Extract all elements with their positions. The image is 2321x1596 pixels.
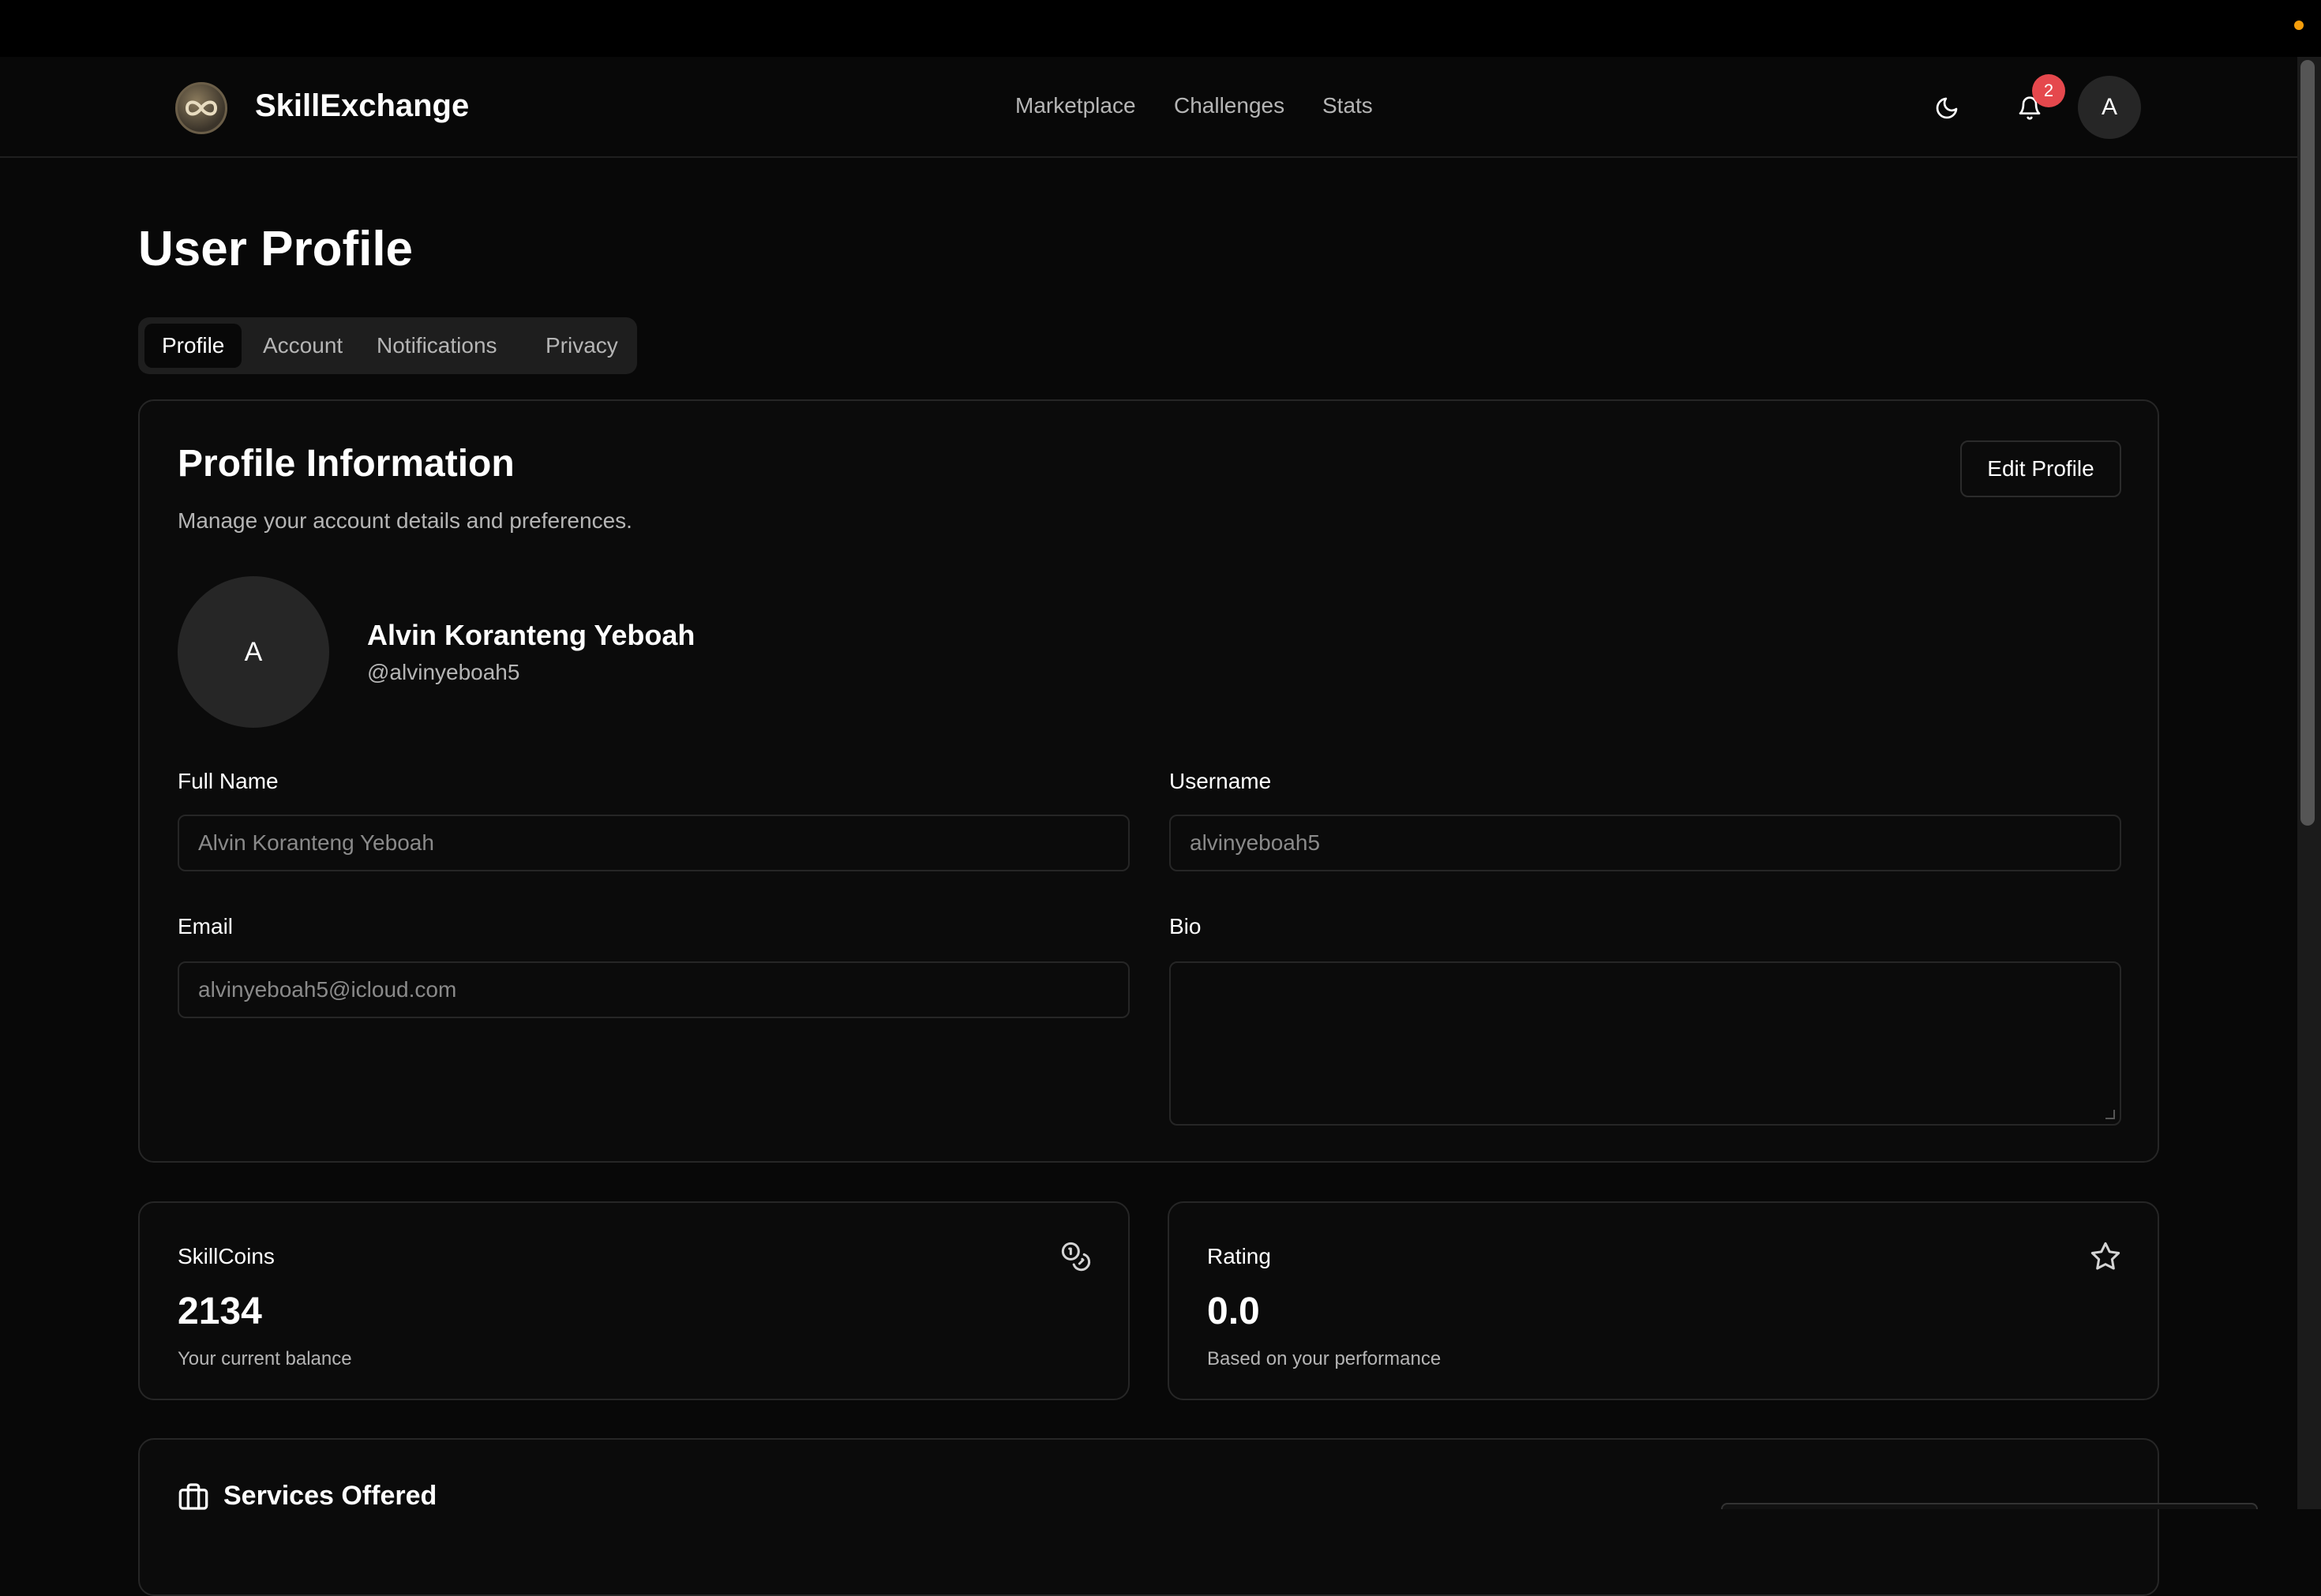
edit-profile-button[interactable]: Edit Profile: [1960, 440, 2121, 497]
nav-challenges[interactable]: Challenges: [1174, 93, 1284, 118]
profile-avatar[interactable]: A: [178, 576, 329, 728]
page-title: User Profile: [138, 222, 414, 276]
briefcase-icon: [178, 1483, 208, 1510]
username-field[interactable]: alvinyeboah5: [1169, 815, 2121, 871]
profile-tabs: Profile Account Notifications Privacy: [138, 317, 637, 374]
services-offered-title: Services Offered: [223, 1481, 437, 1511]
services-offered-card: Services Offered: [138, 1438, 2159, 1596]
rating-subtitle: Based on your performance: [1207, 1348, 1442, 1369]
skillcoins-value: 2134: [178, 1291, 262, 1332]
email-label: Email: [178, 914, 234, 938]
rating-card: Rating 0.0 Based on your performance: [1168, 1201, 2159, 1400]
tab-notifications[interactable]: Notifications: [359, 324, 515, 368]
full-name-label: Full Name: [178, 769, 279, 793]
skillcoins-label: SkillCoins: [178, 1244, 275, 1268]
profile-card-title: Profile Information: [178, 443, 515, 485]
notification-count-badge: 2: [2032, 74, 2065, 107]
bio-textarea[interactable]: [1169, 961, 2121, 1126]
skillcoins-card: SkillCoins 2134 Your current balance: [138, 1201, 1130, 1400]
tab-privacy[interactable]: Privacy: [528, 324, 636, 368]
app-header: SkillExchange Marketplace Challenges Sta…: [0, 57, 2297, 158]
profile-display-name: Alvin Koranteng Yeboah: [367, 619, 696, 651]
rating-label: Rating: [1207, 1244, 1271, 1268]
scrollbar-thumb[interactable]: [2300, 60, 2315, 826]
skillcoins-subtitle: Your current balance: [178, 1348, 352, 1369]
moon-icon: [1936, 97, 1958, 119]
coins-icon: [1061, 1242, 1091, 1272]
profile-handle: @alvinyeboah5: [367, 660, 520, 684]
tab-account[interactable]: Account: [246, 324, 360, 368]
toast-panel-edge[interactable]: [1721, 1503, 2258, 1509]
full-name-field[interactable]: Alvin Koranteng Yeboah: [178, 815, 1130, 871]
nav-stats[interactable]: Stats: [1322, 93, 1373, 118]
profile-card-subtitle: Manage your account details and preferen…: [178, 508, 632, 533]
recording-indicator-dot: [2294, 21, 2304, 30]
tab-profile[interactable]: Profile: [144, 324, 242, 368]
brand-name[interactable]: SkillExchange: [255, 88, 469, 124]
email-field[interactable]: alvinyeboah5@icloud.com: [178, 961, 1130, 1018]
os-menu-bar: [0, 0, 2321, 57]
user-avatar-button[interactable]: A: [2078, 76, 2141, 139]
textarea-resize-handle[interactable]: [2105, 1110, 2115, 1119]
nav-marketplace[interactable]: Marketplace: [1015, 93, 1136, 118]
infinity-logo-icon[interactable]: [175, 82, 227, 134]
theme-toggle-button[interactable]: [1927, 88, 1967, 128]
bio-label: Bio: [1169, 914, 1202, 938]
rating-value: 0.0: [1207, 1291, 1260, 1332]
star-icon: [2090, 1242, 2120, 1270]
username-label: Username: [1169, 769, 1272, 793]
profile-information-card: Profile Information Manage your account …: [138, 399, 2159, 1163]
